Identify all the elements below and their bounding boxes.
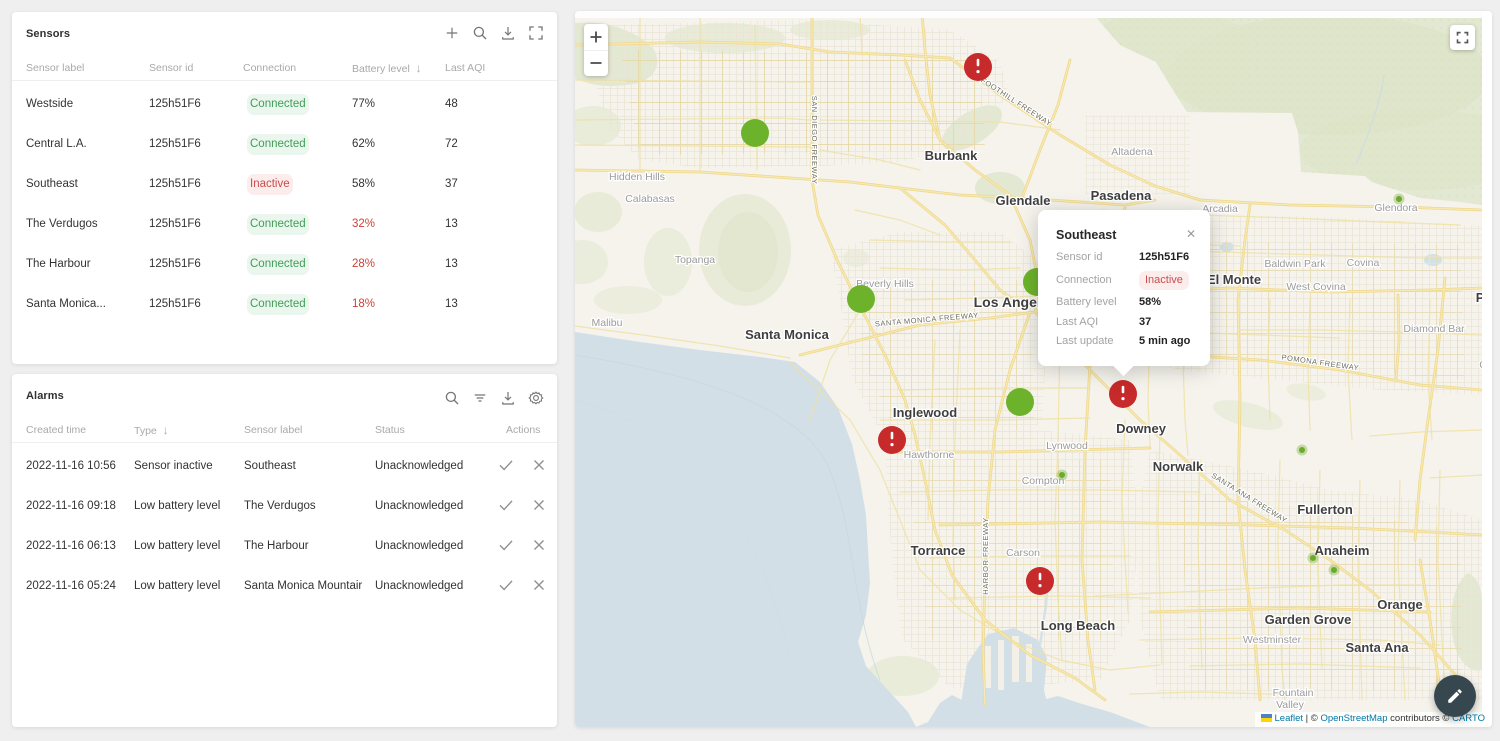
svg-text:HARBOR FREEWAY: HARBOR FREEWAY xyxy=(981,517,990,594)
svg-text:Burbank: Burbank xyxy=(925,148,979,163)
svg-text:Norwalk: Norwalk xyxy=(1153,459,1204,474)
svg-text:Pasadena: Pasadena xyxy=(1091,188,1152,203)
svg-text:Topanga: Topanga xyxy=(675,254,715,266)
svg-text:Diamond Bar: Diamond Bar xyxy=(1403,323,1465,335)
svg-text:Santa Ana: Santa Ana xyxy=(1345,640,1409,655)
svg-text:Lynwood: Lynwood xyxy=(1046,440,1088,452)
svg-text:Long Beach: Long Beach xyxy=(1041,618,1115,633)
svg-text:Altadena: Altadena xyxy=(1111,146,1153,158)
svg-text:Covina: Covina xyxy=(1347,257,1380,269)
svg-text:Valley: Valley xyxy=(1276,699,1305,711)
svg-text:Garden Grove: Garden Grove xyxy=(1265,612,1352,627)
svg-text:Fountain: Fountain xyxy=(1273,687,1314,699)
svg-text:SAN DIEGO FREEWAY: SAN DIEGO FREEWAY xyxy=(810,96,819,185)
svg-text:El Monte: El Monte xyxy=(1207,272,1261,287)
svg-text:Anaheim: Anaheim xyxy=(1315,543,1370,558)
svg-text:Santa Monica: Santa Monica xyxy=(745,327,830,342)
svg-text:Fullerton: Fullerton xyxy=(1297,502,1353,517)
svg-text:Malibu: Malibu xyxy=(592,317,623,329)
svg-text:Westminster: Westminster xyxy=(1243,634,1302,646)
svg-text:Downey: Downey xyxy=(1116,421,1167,436)
svg-text:Glendale: Glendale xyxy=(996,193,1051,208)
svg-text:Baldwin Park: Baldwin Park xyxy=(1264,258,1326,270)
svg-text:Glendora: Glendora xyxy=(1374,202,1417,214)
svg-text:Inglewood: Inglewood xyxy=(893,405,957,420)
svg-text:Torrance: Torrance xyxy=(911,543,966,558)
svg-text:West Covina: West Covina xyxy=(1286,281,1345,293)
svg-text:Orange: Orange xyxy=(1377,597,1423,612)
svg-text:Hawthorne: Hawthorne xyxy=(904,449,955,461)
svg-text:Hidden Hills: Hidden Hills xyxy=(609,171,665,183)
svg-text:Calabasas: Calabasas xyxy=(625,193,675,205)
svg-text:Carson: Carson xyxy=(1006,547,1040,559)
